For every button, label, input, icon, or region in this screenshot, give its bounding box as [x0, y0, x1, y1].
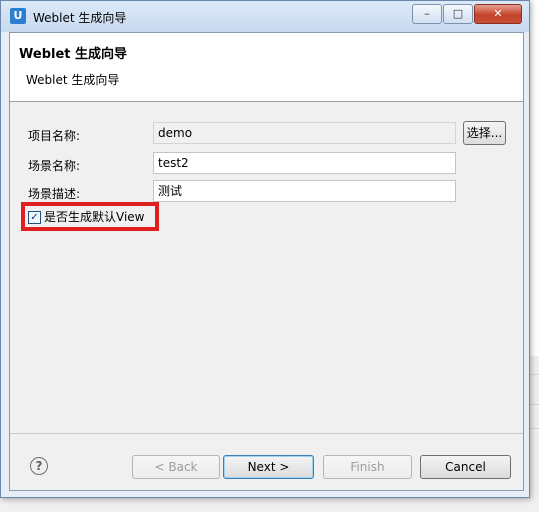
cancel-button[interactable]: Cancel — [420, 455, 511, 479]
scene-description-label: 场景描述: — [28, 187, 81, 201]
next-button[interactable]: Next > — [223, 455, 314, 479]
project-name-field: demo — [153, 122, 456, 144]
wizard-banner: Weblet 生成向导 Weblet 生成向导 — [10, 33, 523, 102]
close-button[interactable]: ✕ — [474, 4, 522, 24]
help-icon[interactable]: ? — [30, 457, 48, 475]
highlight-annotation-box — [21, 202, 159, 231]
scene-name-label: 场景名称: — [28, 159, 81, 173]
wizard-dialog: U Weblet 生成向导 – □ ✕ Weblet 生成向导 Weblet 生… — [0, 0, 530, 498]
footer-separator — [10, 433, 523, 434]
scene-name-input[interactable]: test2 — [153, 152, 456, 174]
dialog-content: Weblet 生成向导 Weblet 生成向导 项目名称: demo 选择...… — [9, 32, 524, 491]
maximize-button[interactable]: □ — [443, 4, 473, 24]
title-bar[interactable]: U Weblet 生成向导 – □ ✕ — [1, 1, 529, 32]
browse-button[interactable]: 选择... — [463, 121, 506, 145]
back-button[interactable]: < Back — [132, 455, 220, 479]
scene-description-input[interactable]: 测试 — [153, 180, 456, 202]
minimize-button[interactable]: – — [412, 4, 442, 24]
finish-button[interactable]: Finish — [323, 455, 412, 479]
window-title: Weblet 生成向导 — [33, 11, 127, 25]
project-name-label: 项目名称: — [28, 129, 81, 143]
banner-description: Weblet 生成向导 — [26, 73, 120, 87]
banner-title: Weblet 生成向导 — [19, 47, 128, 62]
app-icon: U — [10, 8, 26, 24]
